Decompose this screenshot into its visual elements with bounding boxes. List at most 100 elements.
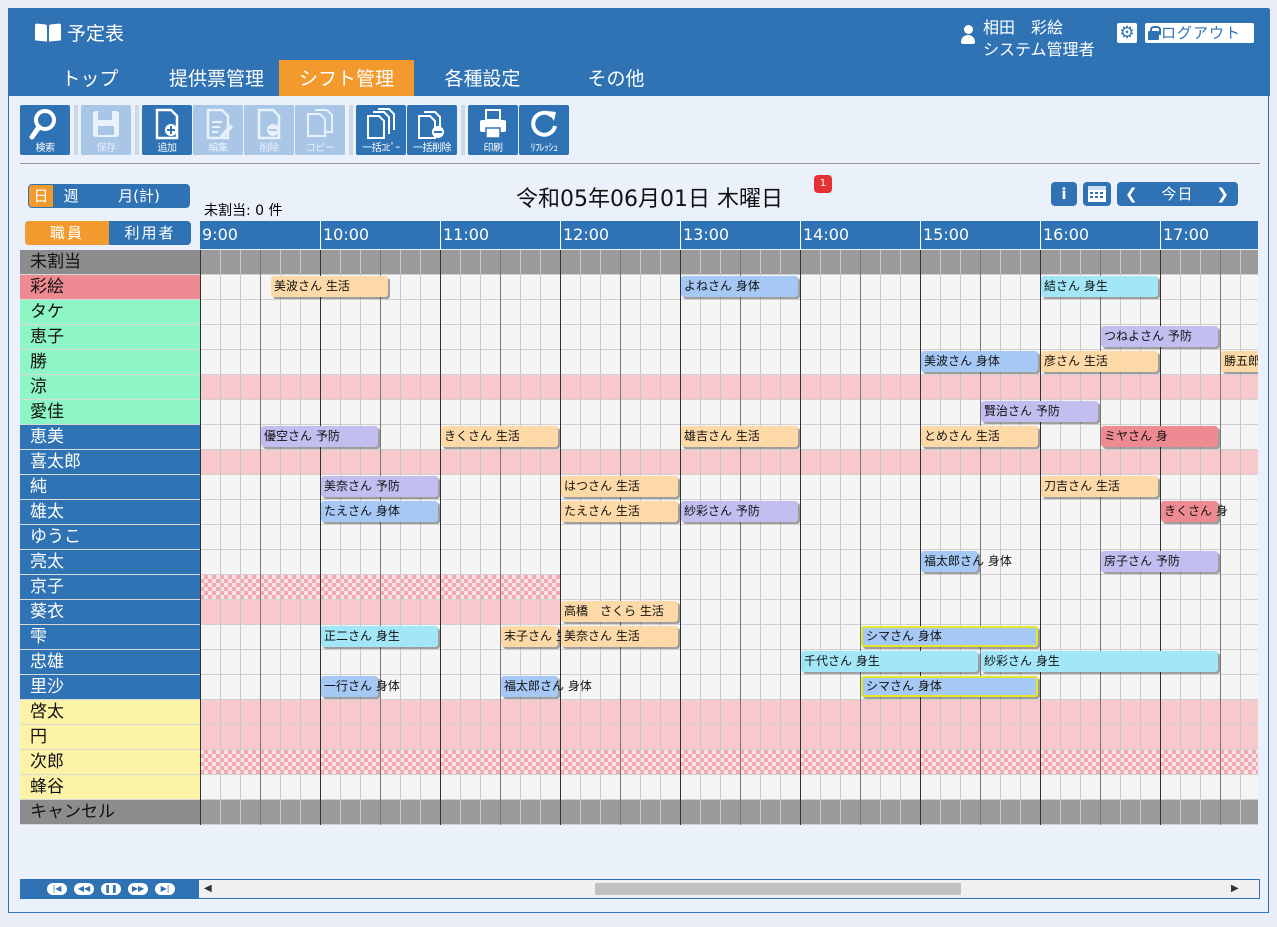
grid-line xyxy=(440,250,441,825)
staff-name[interactable]: 未割当 xyxy=(20,250,200,275)
last-page-icon[interactable]: ▶| xyxy=(155,883,175,895)
schedule-event[interactable]: 一行さん 身体 xyxy=(321,676,400,697)
bottom-scroll-bar: |◀ ◀◀ ❚❚ ▶▶ ▶| ◀ ▶ xyxy=(20,879,1260,899)
staff-name[interactable]: 恵美 xyxy=(20,425,200,450)
schedule-event[interactable]: よねさん 身体 xyxy=(681,276,798,297)
schedule-event[interactable]: とめさん 生活 xyxy=(921,426,1038,447)
schedule-event[interactable]: 刀吉さん 生活 xyxy=(1041,476,1158,497)
staff-name[interactable]: 円 xyxy=(20,725,200,750)
save-button[interactable]: 保存 xyxy=(81,105,131,155)
grid-line xyxy=(360,250,361,825)
tab-users[interactable]: 利用者 xyxy=(109,221,191,245)
staff-name[interactable]: ゆうこ xyxy=(20,525,200,550)
toolbar-divider xyxy=(461,105,465,155)
staff-name[interactable]: 啓太 xyxy=(20,700,200,725)
schedule-event[interactable]: 福太郎さん 身体 xyxy=(921,551,1012,572)
notification-badge[interactable]: 1 xyxy=(814,175,832,193)
staff-name[interactable]: 恵子 xyxy=(20,325,200,350)
delete-doc-icon xyxy=(257,108,281,140)
staff-name[interactable]: 勝 xyxy=(20,350,200,375)
menu-settings[interactable]: 各種設定 xyxy=(414,60,551,96)
staff-name[interactable]: タケ xyxy=(20,300,200,325)
bulk-delete-button[interactable]: 一括削除 xyxy=(407,105,457,155)
schedule-event[interactable]: きくさん 生活 xyxy=(441,426,558,447)
staff-name[interactable]: 忠雄 xyxy=(20,650,200,675)
staff-name[interactable]: 喜太郎 xyxy=(20,450,200,475)
schedule-event[interactable]: たえさん 生活 xyxy=(561,501,678,522)
schedule-event[interactable]: はつさん 生活 xyxy=(561,476,678,497)
staff-name[interactable]: 蜂谷 xyxy=(20,775,200,800)
schedule-event[interactable]: 房子さん 予防 xyxy=(1101,551,1218,572)
staff-name[interactable]: 京子 xyxy=(20,575,200,600)
delete-button[interactable]: 削除 xyxy=(244,105,294,155)
schedule-event[interactable]: 高橋 さくら 生活 xyxy=(561,601,678,622)
chevron-right-icon[interactable]: ❯ xyxy=(1216,182,1229,206)
schedule-event[interactable]: 紗彩さん 予防 xyxy=(681,501,798,522)
schedule-event[interactable]: 美波さん 生活 xyxy=(271,276,388,297)
schedule-event[interactable]: 美奈さん 生活 xyxy=(561,626,678,647)
schedule-event[interactable]: 千代さん 身生 xyxy=(801,651,978,672)
staff-name[interactable]: 雄太 xyxy=(20,500,200,525)
schedule-event[interactable]: つねよさん 予防 xyxy=(1101,326,1218,347)
schedule-event[interactable]: 彦さん 生活 xyxy=(1041,351,1158,372)
schedule-event[interactable]: 雄吉さん 生活 xyxy=(681,426,798,447)
schedule-event[interactable]: 賢治さん 予防 xyxy=(981,401,1098,422)
scroll-right-icon[interactable]: ▶ xyxy=(1231,883,1239,894)
schedule-event[interactable]: 勝五郎 xyxy=(1221,351,1258,372)
schedule-event[interactable]: シマさん 身体 xyxy=(861,626,1038,647)
staff-name[interactable]: 愛佳 xyxy=(20,400,200,425)
schedule-event[interactable]: 末子さん 生活 xyxy=(501,626,580,647)
next-page-icon[interactable]: ▶▶ xyxy=(128,883,148,895)
edit-button[interactable]: 編集 xyxy=(193,105,243,155)
refresh-button[interactable]: ﾘﾌﾚｯｼｭ xyxy=(519,105,569,155)
schedule-event[interactable]: 正二さん 身生 xyxy=(321,626,438,647)
search-button[interactable]: 検索 xyxy=(20,105,70,155)
tab-staff[interactable]: 職員 xyxy=(25,221,109,245)
staff-name[interactable]: 彩絵 xyxy=(20,275,200,300)
menu-other[interactable]: その他 xyxy=(551,60,681,96)
bulk-copy-button[interactable]: 一括ｺﾋﾟｰ xyxy=(356,105,406,155)
first-page-icon[interactable]: |◀ xyxy=(47,883,67,895)
menu-top[interactable]: トップ xyxy=(25,60,155,96)
edit-label: 編集 xyxy=(208,143,229,154)
tab-week[interactable]: 週 xyxy=(53,185,89,207)
grid-line xyxy=(500,250,501,825)
add-button[interactable]: 追加 xyxy=(142,105,192,155)
staff-name[interactable]: 涼 xyxy=(20,375,200,400)
schedule-event[interactable]: 結さん 身生 xyxy=(1041,276,1158,297)
prev-page-icon[interactable]: ◀◀ xyxy=(74,883,94,895)
schedule-event[interactable]: 福太郎さん 身体 xyxy=(501,676,592,697)
schedule-event[interactable]: 紗彩さん 身生 xyxy=(981,651,1218,672)
tab-month[interactable]: 月(計) xyxy=(89,185,189,207)
toolbar-divider-line xyxy=(20,163,1260,164)
schedule-event[interactable]: シマさん 身体 xyxy=(861,676,1038,697)
bulk-copy-label: 一括ｺﾋﾟｰ xyxy=(362,143,400,154)
schedule-event[interactable]: きくさん 身 xyxy=(1161,501,1228,522)
print-button[interactable]: 印刷 xyxy=(468,105,518,155)
menu-provision[interactable]: 提供票管理 xyxy=(155,60,278,96)
schedule-event[interactable]: 美波さん 身体 xyxy=(921,351,1038,372)
tab-day[interactable]: 日 xyxy=(29,185,53,207)
info-icon[interactable]: i xyxy=(1051,182,1077,206)
staff-name[interactable]: 雫 xyxy=(20,625,200,650)
grid-line xyxy=(720,250,721,825)
horizontal-scrollbar-thumb[interactable] xyxy=(595,883,961,895)
menu-shift[interactable]: シフト管理 xyxy=(279,60,414,96)
calendar-icon[interactable] xyxy=(1083,182,1111,206)
staff-name[interactable]: キャンセル xyxy=(20,800,200,825)
grid-line xyxy=(540,250,541,825)
schedule-event[interactable]: ミヤさん 身 xyxy=(1101,426,1218,447)
schedule-event[interactable]: 美奈さん 予防 xyxy=(321,476,438,497)
staff-name[interactable]: 里沙 xyxy=(20,675,200,700)
staff-name[interactable]: 亮太 xyxy=(20,550,200,575)
schedule-event[interactable]: 優空さん 予防 xyxy=(261,426,378,447)
scroll-left-icon[interactable]: ◀ xyxy=(204,883,212,894)
schedule-event[interactable]: たえさん 身体 xyxy=(321,501,438,522)
staff-name[interactable]: 次郎 xyxy=(20,750,200,775)
copy-button[interactable]: コピー xyxy=(295,105,345,155)
staff-name[interactable]: 葵衣 xyxy=(20,600,200,625)
logout-button[interactable]: ログアウト xyxy=(1145,23,1254,43)
staff-name[interactable]: 純 xyxy=(20,475,200,500)
gear-icon[interactable]: ⚙ xyxy=(1117,23,1137,43)
pause-icon[interactable]: ❚❚ xyxy=(101,883,121,895)
